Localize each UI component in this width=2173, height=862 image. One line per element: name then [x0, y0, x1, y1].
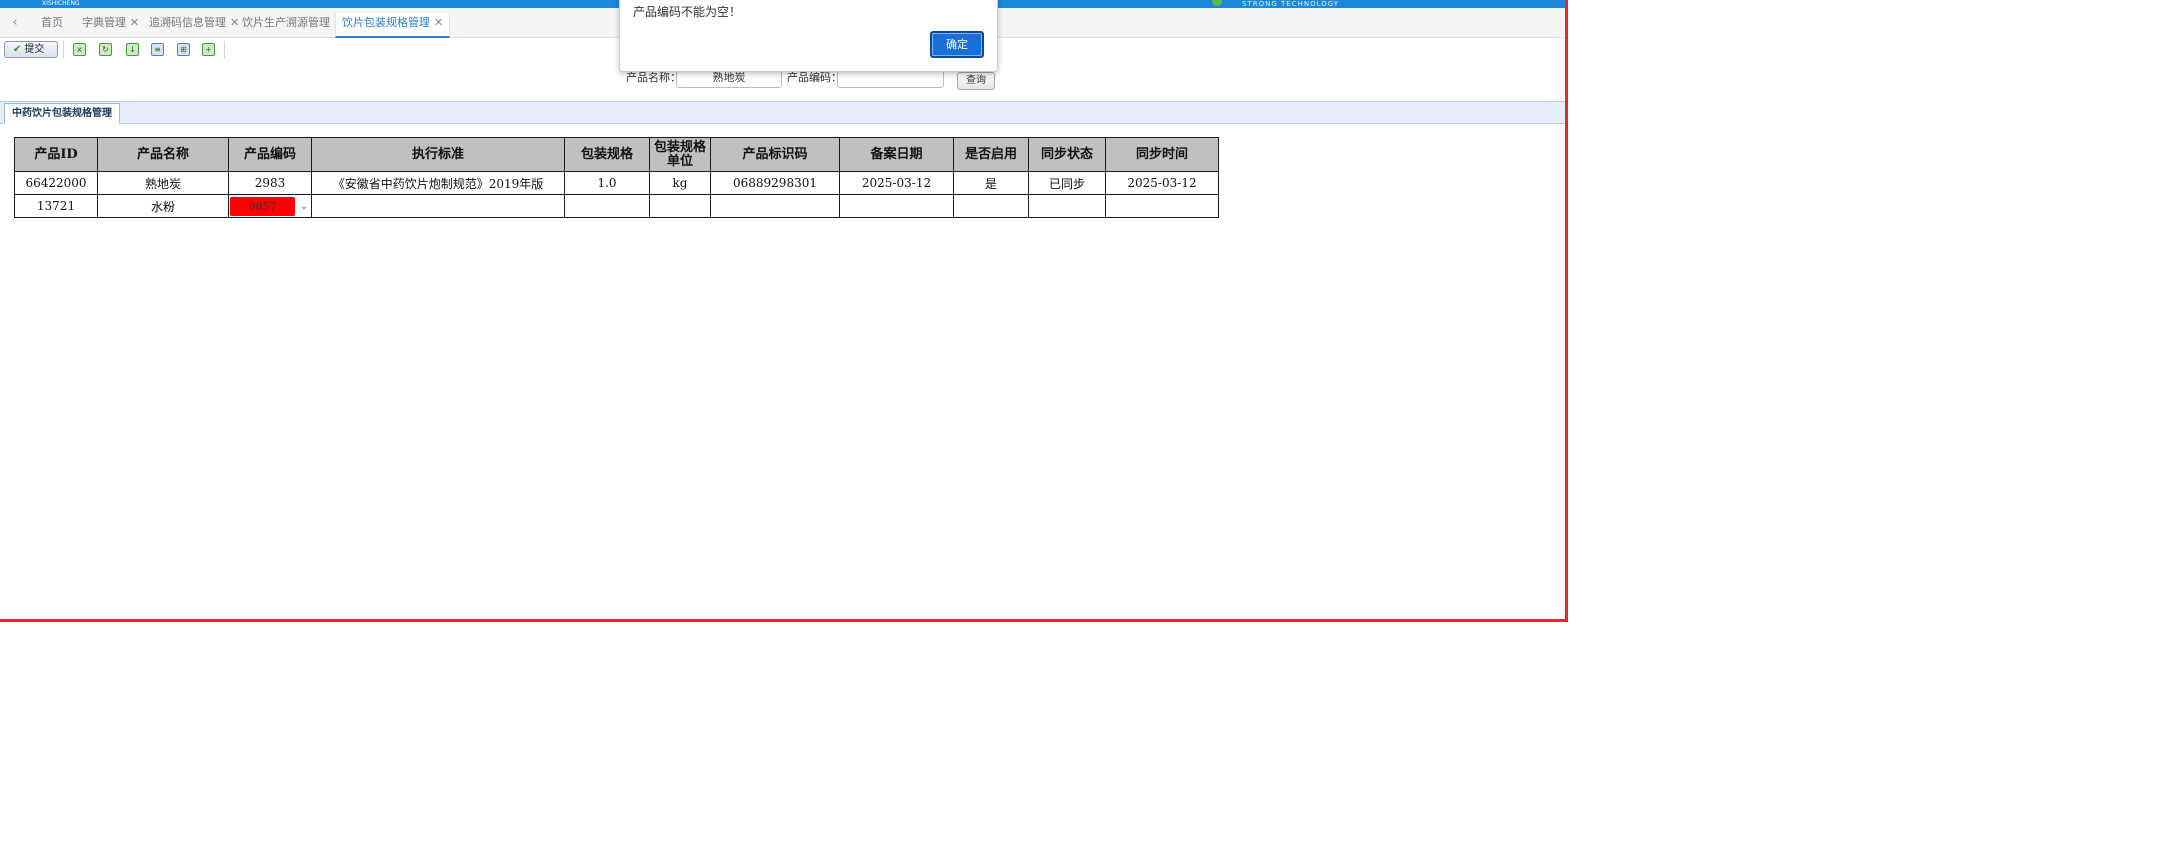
table-cell[interactable]: 2025-03-12 — [839, 171, 954, 195]
query-button[interactable]: 查询 — [957, 72, 995, 90]
table-cell[interactable] — [1105, 194, 1219, 218]
panel-title-tab[interactable]: 中药饮片包装规格管理 — [4, 103, 120, 124]
table-cell[interactable]: 《安徽省中药饮片炮制规范》2019年版 — [311, 171, 565, 195]
submit-button[interactable]: ✔ 提交 — [4, 41, 58, 58]
table-cell[interactable]: 2025-03-12 — [1105, 171, 1219, 195]
tab-label: 饮片生产溯源管理 — [242, 16, 330, 29]
product-code-edit-cell[interactable]: 9857 ⌄ — [228, 194, 312, 218]
add-icon[interactable]: + — [202, 43, 215, 56]
column-header[interactable]: 产品ID — [14, 137, 98, 172]
column-header[interactable]: 包装规格 — [564, 137, 650, 172]
table-row[interactable]: 13721 水粉 9857 ⌄ — [14, 194, 1219, 218]
tab-production-trace[interactable]: 饮片生产溯源管理✕ — [236, 13, 349, 38]
table-cell[interactable]: 已同步 — [1028, 171, 1106, 195]
tab-home[interactable]: 首页 — [35, 13, 69, 38]
tab-trace-code-info[interactable]: 追溯码信息管理 ✕ — [143, 13, 245, 38]
table-cell[interactable] — [649, 194, 711, 218]
table-cell[interactable]: 13721 — [14, 194, 98, 218]
tab-label: 饮片包装规格管理 — [342, 16, 430, 29]
tree-icon[interactable]: ≡ — [151, 43, 164, 56]
table-cell[interactable] — [839, 194, 954, 218]
hierarchy-icon[interactable]: ⊞ — [177, 43, 190, 56]
tab-label: 首页 — [41, 16, 63, 29]
column-header[interactable]: 产品标识码 — [710, 137, 840, 172]
column-header[interactable]: 备案日期 — [839, 137, 954, 172]
column-header[interactable]: 同步状态 — [1028, 137, 1106, 172]
table-cell[interactable] — [311, 194, 565, 218]
alert-message: 产品编码不能为空！ — [633, 5, 742, 19]
table-cell[interactable] — [953, 194, 1029, 218]
table-cell[interactable]: 是 — [953, 171, 1029, 195]
column-header[interactable]: 产品名称 — [97, 137, 229, 172]
table-header-row: 产品ID 产品名称 产品编码 执行标准 包装规格 包装规格单位 产品标识码 备案… — [14, 137, 1219, 172]
frame-border — [1565, 0, 1568, 622]
tab-label: 字典管理 — [82, 16, 126, 29]
table-cell[interactable]: 2983 — [228, 171, 312, 195]
column-header[interactable]: 执行标准 — [311, 137, 565, 172]
excel-refresh-icon[interactable]: ↻ — [99, 43, 112, 56]
column-header[interactable]: 产品编码 — [228, 137, 312, 172]
table-cell[interactable] — [710, 194, 840, 218]
toolbar-divider — [63, 41, 64, 59]
header-slogan: STRONG TECHNOLOGY — [1242, 0, 1340, 8]
column-header[interactable]: 包装规格单位 — [649, 137, 711, 172]
table-cell[interactable]: kg — [649, 171, 711, 195]
excel-icon[interactable]: x — [73, 43, 86, 56]
table-cell[interactable] — [564, 194, 650, 218]
frame-border — [0, 619, 1568, 622]
check-icon: ✔ — [13, 44, 22, 55]
table-cell[interactable]: 66422000 — [14, 171, 98, 195]
close-icon[interactable]: ✕ — [130, 16, 139, 29]
panel-header — [0, 101, 1565, 124]
table-cell[interactable]: 熟地炭 — [97, 171, 229, 195]
toolbar-divider — [224, 41, 225, 59]
tab-label: 追溯码信息管理 — [149, 16, 226, 29]
chevron-down-icon[interactable]: ⌄ — [297, 197, 311, 216]
tab-packaging-spec[interactable]: 饮片包装规格管理 ✕ — [335, 13, 451, 38]
brand-badge-icon — [1212, 0, 1222, 6]
close-icon[interactable]: ✕ — [434, 16, 443, 29]
table-row[interactable]: 66422000 熟地炭 2983 《安徽省中药饮片炮制规范》2019年版 1.… — [14, 171, 1219, 195]
submit-label: 提交 — [24, 44, 45, 55]
export-icon[interactable]: ↓ — [126, 43, 139, 56]
chevron-left-icon[interactable]: ‹ — [8, 15, 22, 31]
alert-dialog: 产品编码不能为空！ 确定 — [619, 0, 998, 72]
column-header[interactable]: 是否启用 — [953, 137, 1029, 172]
data-table: 产品ID 产品名称 产品编码 执行标准 包装规格 包装规格单位 产品标识码 备案… — [14, 137, 1219, 218]
table-cell[interactable]: 06889298301 — [710, 171, 840, 195]
tab-dictionary[interactable]: 字典管理 ✕ — [76, 13, 145, 38]
table-cell[interactable]: 水粉 — [97, 194, 229, 218]
column-header[interactable]: 同步时间 — [1105, 137, 1219, 172]
logo-text: XISHICHENG — [42, 0, 80, 7]
table-cell[interactable] — [1028, 194, 1106, 218]
confirm-button[interactable]: 确定 — [930, 31, 984, 58]
table-cell[interactable]: 1.0 — [564, 171, 650, 195]
product-code-edit-input[interactable]: 9857 — [230, 197, 295, 216]
